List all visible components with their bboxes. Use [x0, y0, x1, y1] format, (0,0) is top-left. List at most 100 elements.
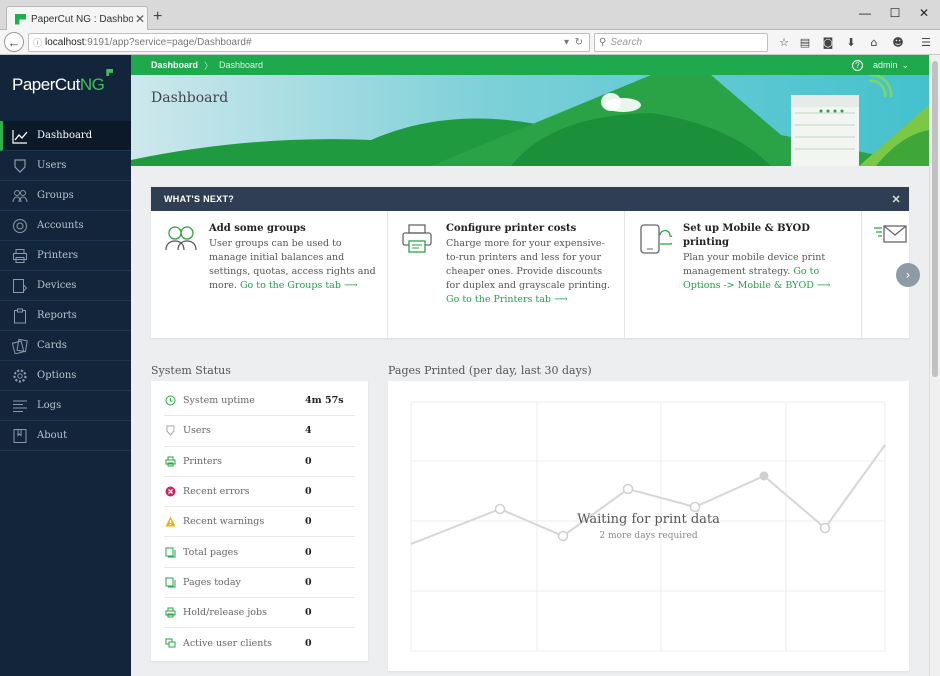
whats-next-card-groups: Add some groups User groups can be used … [151, 211, 388, 338]
logo-flag-icon [106, 69, 114, 76]
browser-tab-bar: PaperCut NG : Dashboard ... ✕ + — ☐ ✕ [0, 0, 940, 31]
whats-next-header: WHAT'S NEXT? ✕ [151, 187, 909, 211]
banner-landscape-illustration [131, 75, 929, 166]
status-value: 0 [305, 455, 312, 467]
system-status-panel: System uptime 4m 57s Users 4 Printers 0 … [151, 381, 368, 661]
pocket-icon[interactable]: ◙ [820, 35, 836, 51]
status-value: 0 [305, 546, 312, 558]
printer-icon [164, 455, 177, 468]
sidebar-item-options[interactable]: Options [0, 361, 131, 391]
url-host: localhost [45, 37, 85, 48]
status-row-users: Users 4 [164, 416, 355, 447]
scrollbar-thumb[interactable] [932, 61, 938, 377]
days-required-message: 2 more days required [599, 531, 698, 541]
sidebar-item-about[interactable]: About [0, 421, 131, 451]
pages-printed-panel: Waiting for print data 2 more days requi… [388, 381, 909, 671]
breadcrumb-separator-icon: 〉 [204, 60, 214, 71]
sidebar-item-cards[interactable]: Cards [0, 331, 131, 361]
whats-next-title: WHAT'S NEXT? [164, 194, 235, 204]
status-label: Pages today [183, 576, 241, 588]
info-icon[interactable]: ⓘ [33, 36, 42, 49]
home-icon[interactable]: ⌂ [866, 35, 882, 51]
clients-icon [164, 637, 177, 650]
breadcrumb-bar: Dashboard 〉 Dashboard ? admin ⌄ [131, 55, 929, 75]
sidebar-item-reports[interactable]: Reports [0, 301, 131, 331]
clock-icon [164, 394, 177, 407]
sidebar-item-printers[interactable]: Printers [0, 241, 131, 271]
status-row-printers: Printers 0 [164, 447, 355, 477]
browser-tab[interactable]: PaperCut NG : Dashboard ... ✕ [6, 6, 148, 31]
sidebar-item-label: Options [37, 370, 77, 381]
sidebar-item-devices[interactable]: Devices [0, 271, 131, 301]
maximize-icon[interactable]: ☐ [886, 6, 904, 20]
sidebar-item-users[interactable]: Users [0, 151, 131, 181]
breadcrumb-current: Dashboard [219, 60, 264, 70]
papercut-favicon-icon [15, 13, 26, 25]
chevron-down-icon: ⌄ [901, 59, 909, 70]
group-icon [12, 189, 28, 202]
breadcrumb-dashboard[interactable]: Dashboard [131, 60, 198, 70]
pages-icon [164, 546, 177, 559]
logo-main: PaperCut [12, 75, 80, 94]
back-icon[interactable]: ← [4, 32, 24, 52]
card-body: Charge more for your expensive-to-run pr… [446, 238, 611, 291]
sidebar-item-logs[interactable]: Logs [0, 391, 131, 421]
book-icon [13, 428, 27, 443]
reading-list-icon[interactable]: ▤ [797, 35, 813, 51]
new-tab-icon[interactable]: + [153, 8, 162, 26]
status-row-total-pages: Total pages 0 [164, 537, 355, 568]
card-title: Configure printer costs [446, 223, 577, 234]
help-icon[interactable]: ? [851, 59, 863, 71]
search-icon: ⚲ [599, 37, 607, 48]
clipboard-icon [14, 308, 26, 323]
url-bar[interactable]: ⓘ localhost:9191/app?service=page/Dashbo… [28, 33, 590, 52]
status-label: Recent errors [183, 486, 250, 498]
status-value: 0 [305, 607, 312, 619]
whats-next-card-printers: Configure printer costs Charge more for … [388, 211, 625, 338]
sidebar-item-label: Users [37, 160, 67, 171]
search-placeholder: Search [610, 37, 643, 48]
sidebar-item-dashboard[interactable]: Dashboard [0, 121, 131, 151]
reload-icon[interactable]: ▾ ↻ [564, 37, 583, 48]
device-icon [13, 278, 28, 293]
bookmark-star-icon[interactable]: ☆ [776, 35, 792, 51]
download-icon[interactable]: ⬇ [843, 35, 859, 51]
printer-illustration-icon [402, 224, 432, 253]
email-illustration-icon [874, 225, 907, 243]
dashboard-banner: Dashboard [131, 75, 929, 166]
status-label: System uptime [183, 395, 255, 407]
search-input[interactable]: ⚲ Search [594, 33, 768, 52]
close-tab-icon[interactable]: ✕ [133, 12, 147, 26]
link-text: Go to the Printers tab [446, 294, 551, 305]
sidebar-item-label: Logs [37, 400, 62, 411]
close-window-icon[interactable]: ✕ [915, 6, 933, 20]
status-row-warnings: Recent warnings 0 [164, 507, 355, 538]
logo-suffix: NG [79, 75, 105, 94]
papercut-logo: PaperCutNG [12, 69, 114, 95]
url-path: :9191/app?service=page/Dashboard# [84, 37, 252, 48]
sidebar-item-label: Dashboard [37, 130, 93, 141]
warning-icon [164, 515, 177, 528]
minimize-icon[interactable]: — [856, 6, 874, 20]
user-menu[interactable]: ? admin ⌄ [851, 59, 909, 71]
sidebar: PaperCutNG Dashboard Users Groups Accoun… [0, 55, 131, 676]
page-scrollbar[interactable] [929, 55, 940, 676]
pages-icon [164, 576, 177, 589]
chart-line-icon [12, 129, 28, 144]
sidebar-item-accounts[interactable]: Accounts [0, 211, 131, 241]
go-to-groups-link[interactable]: Go to the Groups tab ⟶ [240, 280, 358, 291]
sidebar-item-groups[interactable]: Groups [0, 181, 131, 211]
go-to-printers-link[interactable]: Go to the Printers tab ⟶ [446, 294, 568, 305]
next-arrow-button[interactable]: › [896, 263, 920, 287]
menu-icon[interactable]: ☰ [918, 35, 934, 51]
pages-printed-title: Pages Printed (per day, last 30 days) [388, 364, 592, 377]
status-label: Recent warnings [183, 516, 265, 528]
close-icon[interactable]: ✕ [891, 193, 901, 206]
status-row-active-clients: Active user clients 0 [164, 628, 355, 658]
mobile-illustration-icon [640, 224, 672, 254]
status-row-errors: Recent errors 0 [164, 477, 355, 508]
user-icon [164, 424, 177, 437]
whats-next-card-mobile: Set up Mobile & BYOD printing Plan your … [625, 211, 862, 338]
chat-icon[interactable]: ☻ [890, 35, 906, 51]
status-row-uptime: System uptime 4m 57s [164, 386, 355, 417]
